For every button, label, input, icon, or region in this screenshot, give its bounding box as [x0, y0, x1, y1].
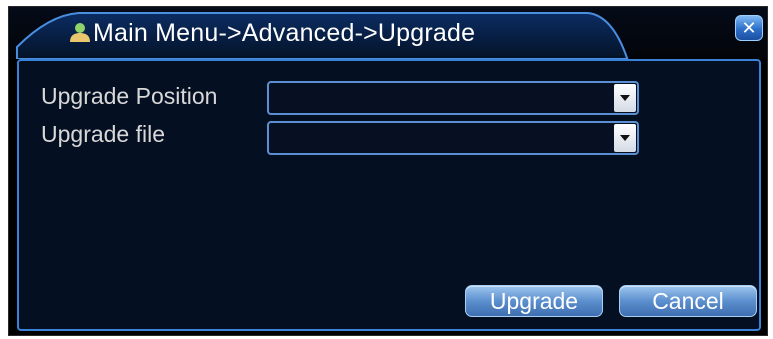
close-button[interactable]: ✕	[735, 15, 763, 41]
chevron-down-icon[interactable]	[614, 124, 636, 152]
chevron-down-icon[interactable]	[614, 84, 636, 112]
window-title: Main Menu->Advanced->Upgrade	[93, 19, 476, 47]
upgrade-file-dropdown[interactable]	[267, 121, 639, 155]
close-icon: ✕	[741, 18, 757, 38]
upgrade-button[interactable]: Upgrade	[465, 285, 603, 317]
upgrade-position-label: Upgrade Position	[41, 83, 218, 109]
upgrade-dialog: Main Menu->Advanced->Upgrade ✕ Upgrade P…	[8, 6, 768, 336]
title-bar: Main Menu->Advanced->Upgrade ✕	[9, 7, 767, 59]
upgrade-panel: Upgrade Position Upgrade file Upgrade Ca…	[17, 59, 761, 331]
upgrade-position-dropdown[interactable]	[267, 81, 639, 115]
upgrade-file-label: Upgrade file	[41, 121, 166, 147]
person-icon	[70, 23, 90, 42]
cancel-button[interactable]: Cancel	[619, 285, 757, 317]
